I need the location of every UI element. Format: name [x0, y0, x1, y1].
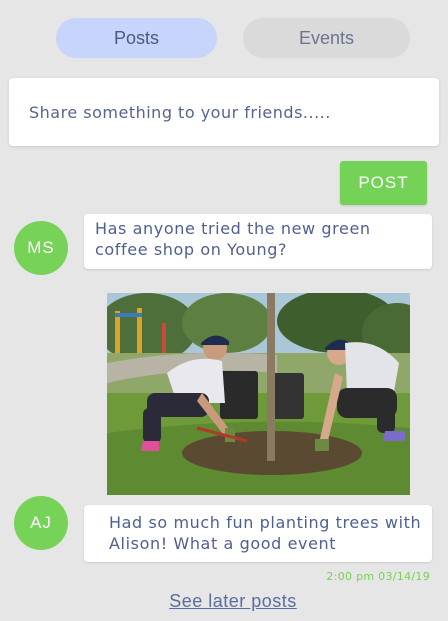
- tab-events[interactable]: Events: [243, 18, 410, 58]
- share-post-box[interactable]: [9, 78, 439, 146]
- share-input[interactable]: [29, 102, 439, 122]
- tree-planting-photo: [107, 293, 410, 495]
- post-message-bubble: Has anyone tried the new green coffee sh…: [84, 214, 432, 269]
- avatar: MS: [14, 221, 68, 275]
- avatar: AJ: [14, 496, 68, 550]
- see-later-posts-link[interactable]: See later posts: [0, 591, 448, 612]
- post-button[interactable]: POST: [340, 161, 427, 205]
- post-photo: [107, 293, 410, 495]
- post-message-bubble: Had so much fun planting trees with Alis…: [84, 505, 432, 562]
- feed-tabs: Posts Events: [56, 18, 410, 58]
- post-message-text: Had so much fun planting trees with Alis…: [109, 513, 422, 553]
- tab-posts[interactable]: Posts: [56, 18, 217, 58]
- post-timestamp: 2:00 pm 03/14/19: [326, 570, 430, 583]
- post-message-text: Has anyone tried the new green coffee sh…: [95, 219, 371, 259]
